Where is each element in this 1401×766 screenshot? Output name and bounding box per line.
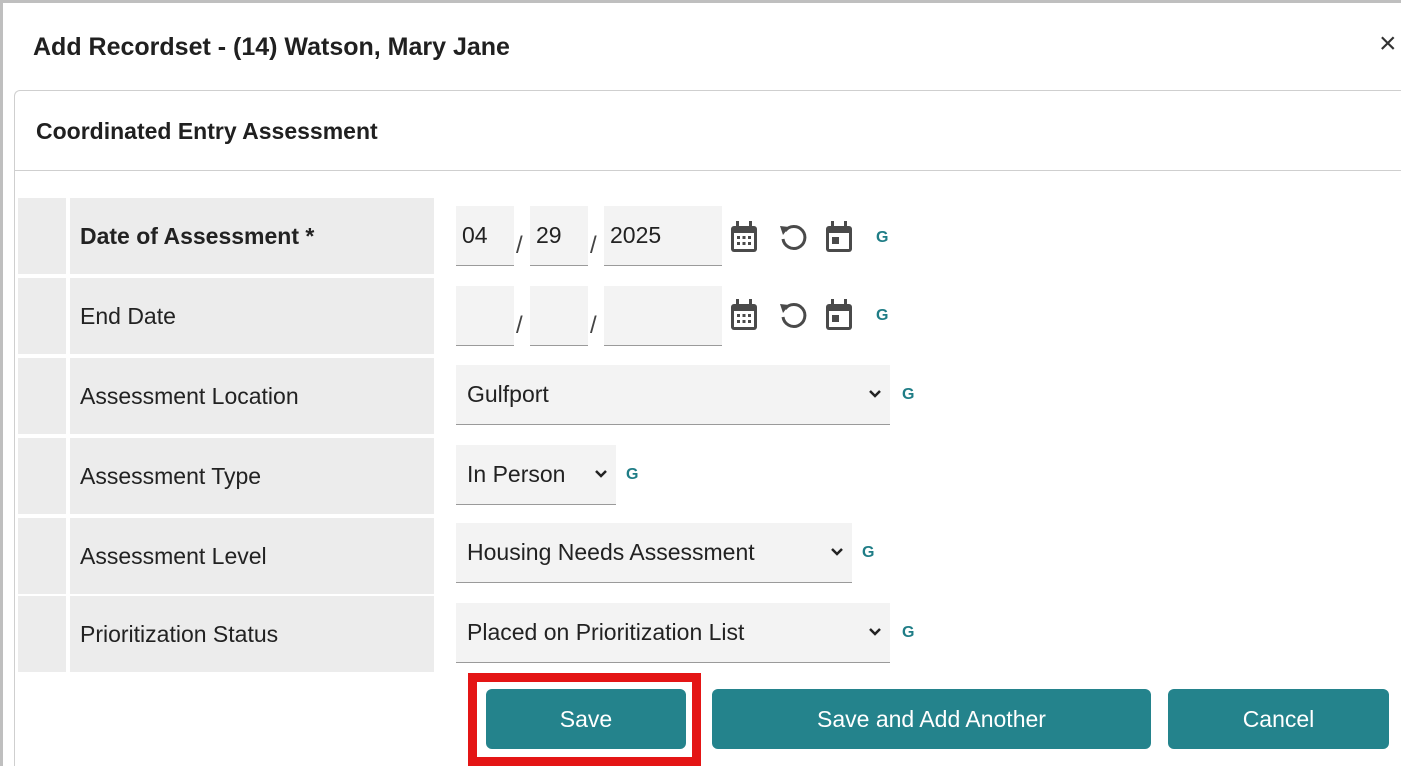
row-stripe (18, 596, 66, 672)
g-badge[interactable]: G (626, 466, 638, 484)
row-stripe (18, 198, 66, 274)
row-stripe (18, 358, 66, 434)
end-date-label: End Date (70, 278, 434, 354)
assessment-level-select[interactable]: Housing Needs Assessment (456, 523, 852, 583)
date-of-assessment-day[interactable]: 29 (530, 206, 588, 266)
dialog-title: Add Recordset - (14) Watson, Mary Jane (33, 33, 510, 61)
g-badge[interactable]: G (876, 307, 888, 325)
date-separator: / (590, 232, 597, 259)
today-icon[interactable] (824, 298, 854, 332)
assessment-location-select[interactable]: Gulfport (456, 365, 890, 425)
assessment-location-label: Assessment Location (70, 358, 434, 434)
chevron-down-icon (595, 470, 607, 478)
assessment-location-value: Gulfport (467, 381, 549, 407)
end-date-day[interactable] (530, 286, 588, 346)
close-icon[interactable]: × (1379, 29, 1397, 59)
today-icon[interactable] (824, 220, 854, 254)
date-of-assessment-label: Date of Assessment * (70, 198, 434, 274)
end-date-month[interactable] (456, 286, 514, 346)
cancel-button[interactable]: Cancel (1168, 689, 1389, 749)
prioritization-status-label: Prioritization Status (70, 596, 434, 672)
section-header: Coordinated Entry Assessment (15, 91, 1401, 171)
date-separator: / (516, 312, 523, 339)
row-stripe (18, 438, 66, 514)
chevron-down-icon (831, 548, 843, 556)
date-separator: / (516, 232, 523, 259)
g-badge[interactable]: G (902, 386, 914, 404)
assessment-type-label: Assessment Type (70, 438, 434, 514)
row-stripe (18, 518, 66, 594)
g-badge[interactable]: G (902, 624, 914, 642)
chevron-down-icon (869, 628, 881, 636)
row-stripe (18, 278, 66, 354)
assessment-level-value: Housing Needs Assessment (467, 539, 755, 565)
calendar-icon[interactable] (729, 220, 759, 254)
assessment-type-select[interactable]: In Person (456, 445, 616, 505)
assessment-level-label: Assessment Level (70, 518, 434, 594)
g-badge[interactable]: G (862, 544, 874, 562)
g-badge[interactable]: G (876, 229, 888, 247)
end-date-year[interactable] (604, 286, 722, 346)
date-of-assessment-year[interactable]: 2025 (604, 206, 722, 266)
calendar-icon[interactable] (729, 298, 759, 332)
reset-icon[interactable] (778, 222, 808, 252)
reset-icon[interactable] (778, 300, 808, 330)
section-title: Coordinated Entry Assessment (36, 118, 378, 144)
date-separator: / (590, 312, 597, 339)
date-of-assessment-month[interactable]: 04 (456, 206, 514, 266)
prioritization-status-value: Placed on Prioritization List (467, 619, 745, 645)
save-highlight-box (468, 673, 701, 766)
prioritization-status-select[interactable]: Placed on Prioritization List (456, 603, 890, 663)
save-and-add-another-button[interactable]: Save and Add Another (712, 689, 1151, 749)
assessment-type-value: In Person (467, 461, 566, 487)
chevron-down-icon (869, 390, 881, 398)
